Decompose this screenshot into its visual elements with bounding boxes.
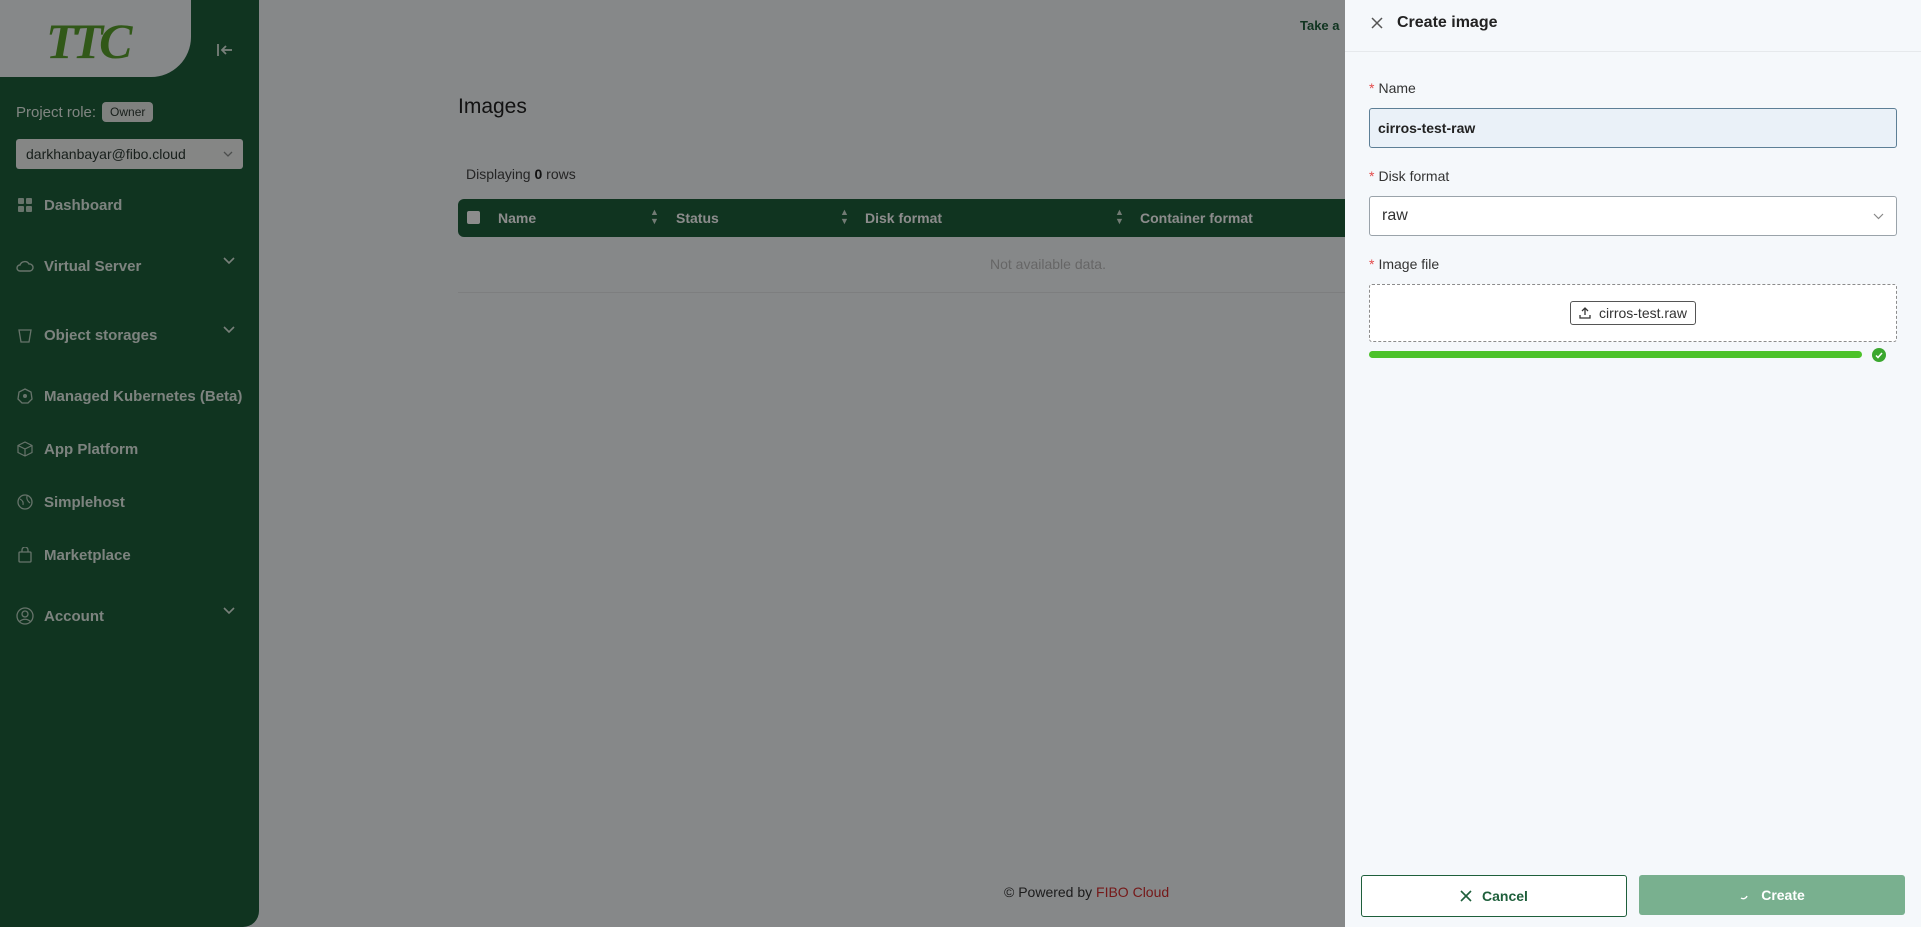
create-button[interactable]: Create: [1639, 875, 1905, 915]
disk-format-label-text: Disk format: [1378, 168, 1450, 184]
create-label: Create: [1761, 887, 1805, 903]
cancel-label: Cancel: [1482, 888, 1528, 904]
name-label: * Name: [1369, 80, 1416, 96]
close-icon[interactable]: [1369, 15, 1385, 31]
disk-format-label: * Disk format: [1369, 168, 1449, 184]
upload-icon: [1579, 307, 1591, 319]
disk-format-select[interactable]: raw: [1369, 196, 1897, 236]
upload-progress-fill: [1369, 351, 1862, 358]
drawer-title: Create image: [1397, 14, 1498, 31]
loading-spinner-icon: [1740, 895, 1748, 900]
file-dropzone[interactable]: cirros-test.raw: [1369, 284, 1897, 342]
name-label-text: Name: [1378, 80, 1416, 96]
disk-format-value: raw: [1382, 207, 1408, 224]
file-name: cirros-test.raw: [1599, 305, 1687, 321]
required-mark: *: [1369, 80, 1375, 96]
chevron-down-icon: [1873, 213, 1884, 219]
image-file-label-text: Image file: [1378, 256, 1440, 272]
name-input[interactable]: [1369, 108, 1897, 148]
create-image-drawer: Create image *Name *Disk format raw *Ima…: [1345, 0, 1921, 927]
upload-progress-bar: [1369, 351, 1862, 358]
cancel-button[interactable]: Cancel: [1361, 875, 1627, 917]
required-mark: *: [1369, 256, 1375, 272]
required-mark: *: [1369, 168, 1375, 184]
drawer-header: Create image: [1345, 0, 1921, 52]
close-icon: [1460, 890, 1472, 902]
image-file-label: * Image file: [1369, 256, 1439, 272]
uploaded-file-chip[interactable]: cirros-test.raw: [1570, 301, 1696, 325]
check-circle-icon: [1872, 348, 1886, 362]
